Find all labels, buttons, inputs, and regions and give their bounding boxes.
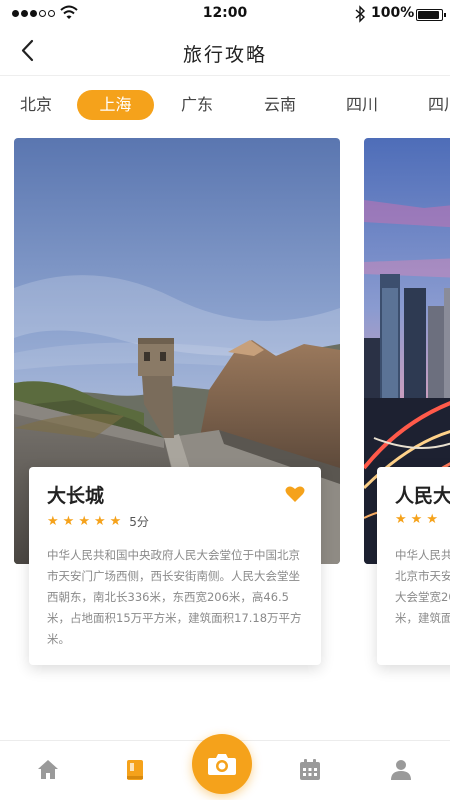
nav-bar: 旅行攻略 xyxy=(0,30,450,76)
battery-icon xyxy=(416,9,446,21)
camera-icon xyxy=(208,754,236,775)
page-title: 旅行攻略 xyxy=(182,44,267,66)
attraction-title-2: 人民大 xyxy=(395,485,450,507)
tab-sichuan-2[interactable]: 四川 xyxy=(424,90,450,120)
tab-beijing[interactable]: 北京 xyxy=(16,90,56,120)
star-icon: ★ xyxy=(93,513,106,529)
rating-stars-2: ★ ★ ★ xyxy=(395,513,438,527)
camera-button[interactable] xyxy=(192,734,252,794)
bluetooth-icon xyxy=(355,5,366,23)
tab-shanghai[interactable]: 上海 xyxy=(77,90,154,120)
attraction-title: 大长城 xyxy=(47,485,105,507)
star-icon: ★ xyxy=(426,512,438,527)
tab-yunnan[interactable]: 云南 xyxy=(260,90,300,120)
star-icon: ★ xyxy=(410,512,423,527)
home-icon[interactable] xyxy=(35,757,61,783)
attraction-description: 中华人民共和国中央政府人民大会堂位于中国北京市天安门广场西侧，西长安街南侧。人民… xyxy=(47,548,302,646)
profile-icon[interactable] xyxy=(388,757,414,783)
bookmark-icon[interactable] xyxy=(122,757,148,783)
attraction-description-2: 中华人民共和国北京市天安人民大会堂宽206米，建筑面积 xyxy=(395,548,450,625)
star-icon: ★ xyxy=(78,513,90,529)
tab-sichuan[interactable]: 四川 xyxy=(342,90,382,120)
star-icon: ★ xyxy=(109,513,122,529)
status-bar: 12:00 100% xyxy=(0,0,450,28)
star-icon: ★ xyxy=(47,513,59,529)
star-icon: ★ xyxy=(395,512,407,527)
city-tabs: 北京 上海 广东 云南 四川 四川 xyxy=(0,88,450,124)
rating-score: 5分 xyxy=(129,515,149,529)
attraction-card-2[interactable]: 人民大 ★ ★ ★ 中华人民共和国北京市天安人民大会堂宽206米，建筑面积 xyxy=(377,467,450,665)
tab-guangdong[interactable]: 广东 xyxy=(177,90,217,120)
app-screen: 12:00 100% 旅行攻略 北京 上海 广东 云南 四川 四川 xyxy=(0,0,450,800)
calendar-icon[interactable] xyxy=(297,757,323,783)
attraction-card[interactable]: 大长城 ★ ★ ★ ★ ★ 5分 中华人民共和国中央政府人民大会堂位于中国北京市… xyxy=(29,467,321,665)
heart-icon[interactable] xyxy=(285,485,305,503)
battery-percent: 100% xyxy=(371,5,415,21)
star-icon: ★ xyxy=(62,513,75,529)
rating-stars: ★ ★ ★ ★ ★ 5分 xyxy=(47,513,149,530)
